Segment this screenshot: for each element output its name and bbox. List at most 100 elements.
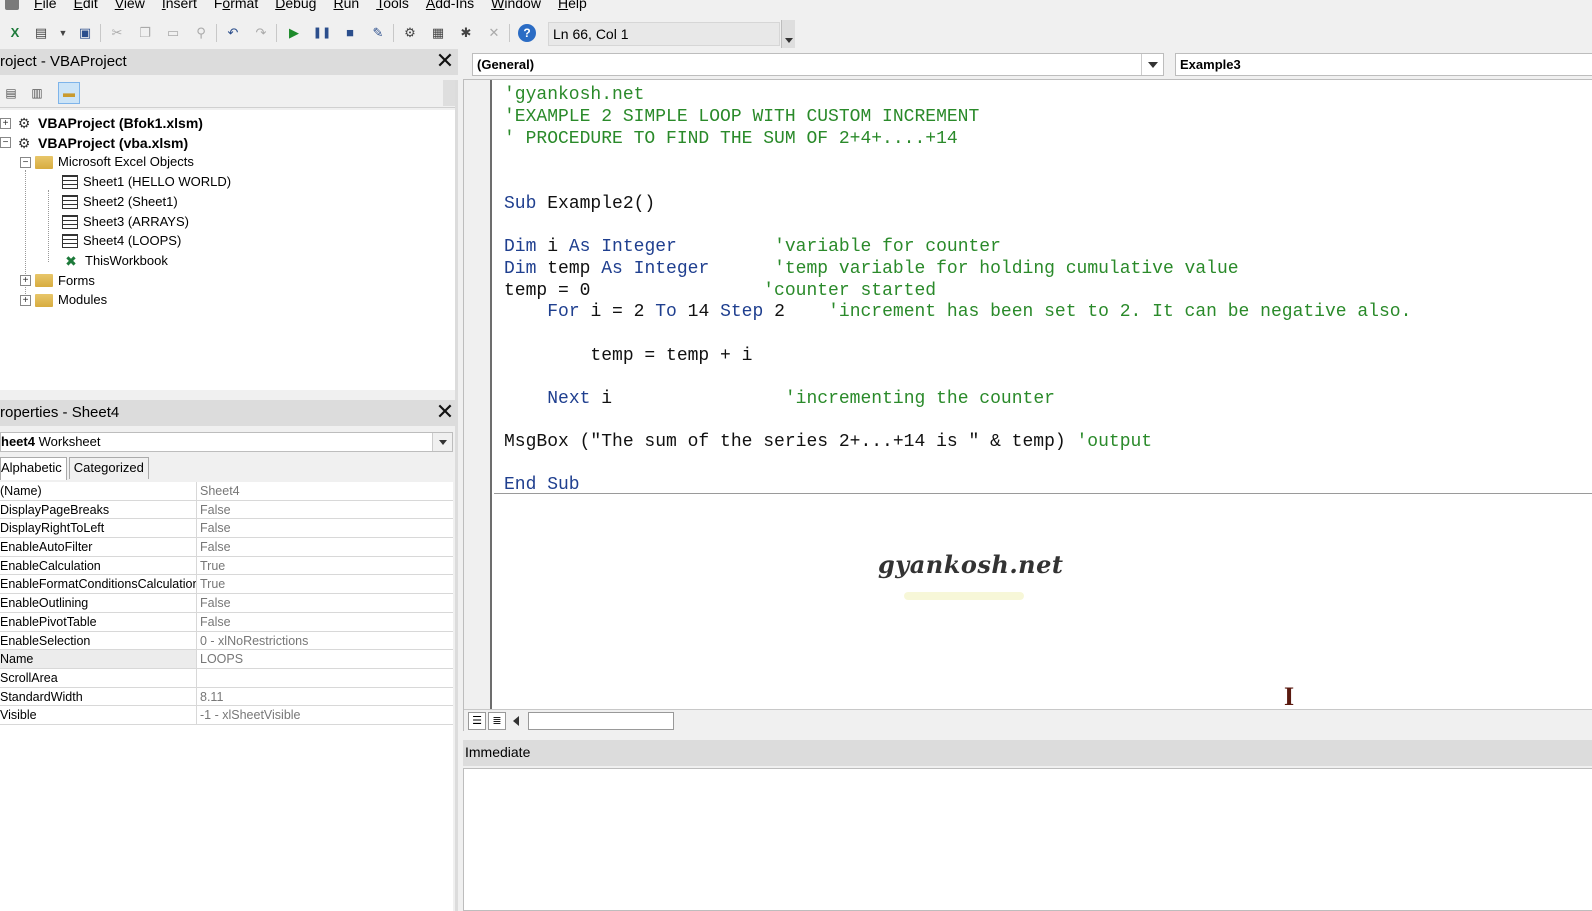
property-row[interactable]: EnableFormatConditionsCalculation True bbox=[0, 575, 453, 595]
property-value[interactable]: False bbox=[200, 613, 231, 631]
property-value[interactable]: False bbox=[200, 519, 231, 537]
property-row[interactable]: Visible -1 - xlSheetVisible bbox=[0, 706, 453, 725]
tab-categorized[interactable]: Categorized bbox=[68, 457, 149, 479]
property-row[interactable]: EnableSelection 0 - xlNoRestrictions bbox=[0, 631, 453, 651]
paste-icon[interactable]: ▭ bbox=[164, 24, 182, 42]
reset-icon[interactable]: ■ bbox=[341, 24, 359, 42]
immediate-window[interactable] bbox=[463, 768, 1592, 911]
tree-node[interactable]: ✖ ThisWorkbook bbox=[62, 251, 168, 271]
property-row[interactable]: DisplayPageBreaks False bbox=[0, 500, 453, 520]
menu-item[interactable]: Run bbox=[325, 0, 368, 10]
menu-item[interactable]: File bbox=[26, 0, 66, 10]
design-mode-icon[interactable]: ✎ bbox=[369, 24, 387, 42]
expand-icon[interactable]: + bbox=[0, 117, 11, 129]
procedure-separator bbox=[494, 493, 1592, 494]
menu-item[interactable]: View bbox=[107, 0, 154, 10]
chevron-down-icon[interactable] bbox=[1141, 54, 1163, 75]
properties-object-select[interactable]: heet4 Worksheet bbox=[0, 432, 453, 452]
insert-userform-icon[interactable]: ▤ bbox=[32, 24, 50, 42]
redo-icon[interactable]: ↷ bbox=[252, 24, 270, 42]
code-editor[interactable]: 'gyankosh.net 'EXAMPLE 2 SIMPLE LOOP WITH… bbox=[504, 84, 1592, 494]
menu-item[interactable]: Help bbox=[550, 0, 596, 10]
property-row[interactable]: StandardWidth 8.11 bbox=[0, 687, 453, 707]
code-window: 'gyankosh.net 'EXAMPLE 2 SIMPLE LOOP WITH… bbox=[463, 79, 1592, 731]
expand-icon[interactable]: + bbox=[20, 275, 31, 287]
property-value[interactable]: False bbox=[200, 538, 231, 556]
menu-item[interactable]: Debug bbox=[267, 0, 325, 10]
run-icon[interactable]: ▶ bbox=[285, 24, 303, 42]
sheet-icon bbox=[62, 214, 78, 229]
close-icon[interactable]: ✕ bbox=[434, 401, 456, 424]
property-row[interactable]: DisplayRightToLeft False bbox=[0, 519, 453, 539]
menu-item[interactable]: Edit bbox=[66, 0, 107, 10]
menu-item-label: dit bbox=[82, 0, 98, 11]
expand-icon[interactable]: + bbox=[20, 294, 31, 306]
scroll-left-icon[interactable] bbox=[510, 714, 524, 728]
undo-icon[interactable]: ↶ bbox=[224, 24, 242, 42]
view-code-icon[interactable]: ▤ bbox=[0, 82, 22, 104]
find-icon[interactable]: ⚲ bbox=[192, 24, 210, 42]
excel-icon[interactable]: X bbox=[6, 24, 24, 42]
copy-icon[interactable]: ❐ bbox=[136, 24, 154, 42]
property-value[interactable]: True bbox=[200, 557, 225, 575]
property-value[interactable]: 0 - xlNoRestrictions bbox=[200, 632, 308, 650]
tree-node[interactable]: + Modules bbox=[20, 290, 107, 310]
collapse-icon[interactable]: − bbox=[0, 137, 11, 149]
menu-item-label: un bbox=[343, 0, 360, 11]
full-module-view-icon[interactable]: ≣ bbox=[488, 712, 506, 730]
toggle-folders-icon[interactable]: ▬ bbox=[58, 82, 80, 104]
dropdown-arrow-icon[interactable]: ▼ bbox=[54, 24, 72, 42]
properties-window-icon[interactable]: ▦ bbox=[429, 24, 447, 42]
pane-splitter[interactable] bbox=[455, 80, 458, 911]
tree-node[interactable]: Sheet4 (LOOPS) bbox=[62, 231, 181, 251]
property-row[interactable]: (Name) Sheet4 bbox=[0, 482, 453, 501]
menu-item[interactable]: Format bbox=[206, 0, 267, 10]
tree-node[interactable]: − Microsoft Excel Objects bbox=[20, 152, 194, 172]
property-value[interactable]: -1 - xlSheetVisible bbox=[200, 706, 301, 724]
property-row[interactable]: EnableCalculation True bbox=[0, 556, 453, 576]
cut-icon[interactable]: ✂ bbox=[108, 24, 126, 42]
procedure-view-icon[interactable]: ☰ bbox=[468, 712, 486, 730]
menu-item[interactable]: Window bbox=[483, 0, 550, 10]
tab-alphabetic[interactable]: Alphabetic bbox=[0, 457, 67, 480]
menu-item[interactable]: Insert bbox=[154, 0, 206, 10]
property-value[interactable]: False bbox=[200, 594, 231, 612]
property-row[interactable]: EnableOutlining False bbox=[0, 594, 453, 613]
property-row[interactable]: ScrollArea bbox=[0, 668, 453, 688]
project-explorer-icon[interactable]: ⚙ bbox=[401, 24, 419, 42]
property-row[interactable]: EnableAutoFilter False bbox=[0, 538, 453, 557]
collapse-icon[interactable]: − bbox=[20, 156, 31, 168]
toolbox-icon[interactable]: ✕ bbox=[485, 24, 503, 42]
break-icon[interactable]: ❚❚ bbox=[313, 24, 331, 42]
menu-item[interactable]: Add-Ins bbox=[418, 0, 483, 10]
tree-node[interactable]: + ⚙ VBAProject (Bfok1.xlsm) bbox=[0, 113, 203, 133]
property-value[interactable]: LOOPS bbox=[200, 650, 243, 668]
property-value[interactable]: 8.11 bbox=[200, 688, 223, 706]
vba-app-icon[interactable] bbox=[0, 0, 26, 14]
tree-node[interactable]: + Forms bbox=[20, 271, 95, 291]
margin-indicator-bar[interactable] bbox=[464, 80, 492, 710]
tree-node[interactable]: Sheet1 (HELLO WORLD) bbox=[62, 172, 231, 192]
chevron-down-icon[interactable] bbox=[432, 433, 452, 451]
procedure-combo[interactable]: Example3 bbox=[1175, 53, 1592, 76]
save-icon[interactable]: ▣ bbox=[76, 24, 94, 42]
view-object-icon[interactable]: ▥ bbox=[26, 82, 48, 104]
property-value[interactable]: Sheet4 bbox=[200, 482, 240, 500]
property-row[interactable]: Name LOOPS bbox=[0, 650, 453, 669]
menu-item-label: rmat bbox=[230, 0, 259, 11]
object-combo[interactable]: (General) bbox=[472, 53, 1164, 76]
property-value[interactable]: True bbox=[200, 575, 225, 593]
tree-node[interactable]: Sheet3 (ARRAYS) bbox=[62, 212, 189, 232]
code-line: ' PROCEDURE TO FIND THE SUM OF 2+4+....+… bbox=[504, 128, 958, 150]
close-icon[interactable]: ✕ bbox=[434, 50, 456, 73]
property-value[interactable]: False bbox=[200, 501, 231, 519]
menu-item[interactable]: Tools bbox=[368, 0, 418, 10]
object-browser-icon[interactable]: ✱ bbox=[457, 24, 475, 42]
horizontal-scrollbar[interactable]: ☰ ≣ bbox=[464, 709, 1592, 731]
help-icon[interactable]: ? bbox=[518, 24, 536, 42]
property-row[interactable]: EnablePivotTable False bbox=[0, 612, 453, 632]
scrollbar-thumb[interactable] bbox=[528, 712, 674, 730]
tree-node[interactable]: Sheet2 (Sheet1) bbox=[62, 192, 178, 212]
tree-node[interactable]: − ⚙ VBAProject (vba.xlsm) bbox=[0, 133, 188, 153]
toolbar-options-grip[interactable] bbox=[781, 20, 795, 48]
